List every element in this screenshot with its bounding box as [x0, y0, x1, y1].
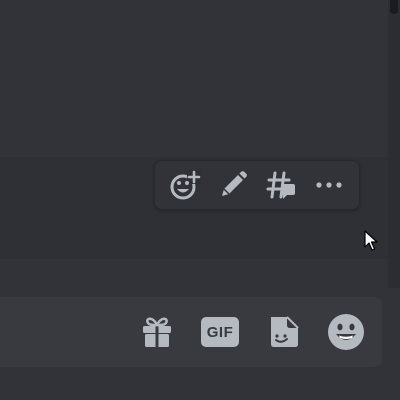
- gift-icon: [143, 317, 171, 347]
- scrollbar-thumb[interactable]: [390, 0, 398, 14]
- sticker-icon: [271, 316, 299, 347]
- smiley-plus-icon: [170, 170, 201, 200]
- edit-message-button[interactable]: [213, 165, 253, 205]
- add-reaction-button[interactable]: [165, 165, 205, 205]
- thread-icon: [266, 171, 295, 199]
- gif-icon: GIF: [201, 317, 239, 347]
- emoji-smile-icon: [328, 314, 364, 350]
- scrollbar-track[interactable]: [388, 0, 400, 288]
- create-thread-button[interactable]: [261, 165, 301, 205]
- chat-window: GIF: [0, 0, 400, 400]
- message-composer: GIF: [0, 297, 382, 369]
- message-list: [0, 0, 388, 288]
- message-input[interactable]: [0, 297, 124, 369]
- more-horizontal-icon: [316, 182, 342, 188]
- pencil-icon: [222, 171, 247, 196]
- mouse-cursor-icon: [364, 230, 378, 251]
- emoji-button[interactable]: [324, 310, 368, 354]
- sticker-button[interactable]: [261, 310, 305, 354]
- more-actions-button[interactable]: [309, 165, 349, 205]
- gift-button[interactable]: [135, 310, 179, 354]
- message-actions-toolbar: [154, 160, 360, 210]
- gif-button[interactable]: GIF: [198, 310, 242, 354]
